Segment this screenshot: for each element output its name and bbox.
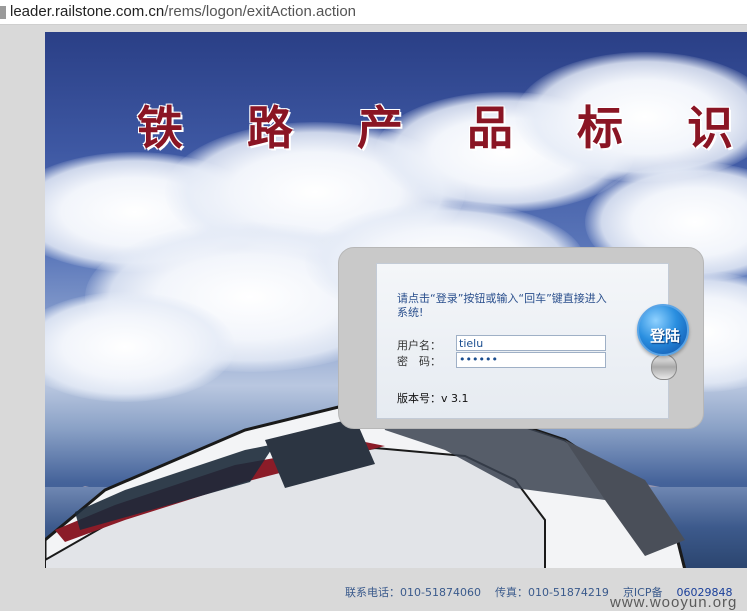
login-button-label: 登陆	[649, 327, 680, 345]
page-body: 铁 路 产 品 标 识 代 码 管 请点击“登录”按钮或输入“回车”键直接进入系…	[0, 25, 747, 611]
url-domain: leader.railstone.com.cn	[10, 3, 165, 20]
browser-address-bar[interactable]: leader.railstone.com.cn/rems/logon/exitA…	[0, 0, 747, 25]
url-path: /rems/logon/exitAction.action	[164, 3, 357, 20]
login-prompt: 请点击“登录”按钮或输入“回车”键直接进入系统!	[397, 292, 607, 319]
login-button[interactable]: 登陆	[635, 300, 693, 382]
version-label: 版本号：v 3.1	[397, 392, 469, 405]
password-label: 密 码：	[397, 355, 441, 368]
password-input[interactable]: ••••••	[456, 352, 606, 368]
system-title: 铁 路 产 品 标 识 代 码 管	[137, 101, 747, 155]
url-text[interactable]: leader.railstone.com.cn/rems/logon/exitA…	[10, 3, 356, 20]
login-panel: 请点击“登录”按钮或输入“回车”键直接进入系统! 用户名： 密 码： •••••…	[338, 247, 704, 429]
login-form: 请点击“登录”按钮或输入“回车”键直接进入系统! 用户名： 密 码： •••••…	[376, 263, 689, 419]
username-label: 用户名：	[397, 339, 441, 352]
watermark-text: www.wooyun.org	[610, 594, 738, 611]
login-button-stand	[651, 354, 677, 380]
login-button-disc: 登陆	[637, 304, 689, 356]
username-input[interactable]	[456, 335, 606, 351]
page-icon	[0, 6, 6, 19]
footer-fax: 传真：010-51874219	[494, 586, 609, 599]
footer-phone: 联系电话：010-51874060	[345, 586, 481, 599]
